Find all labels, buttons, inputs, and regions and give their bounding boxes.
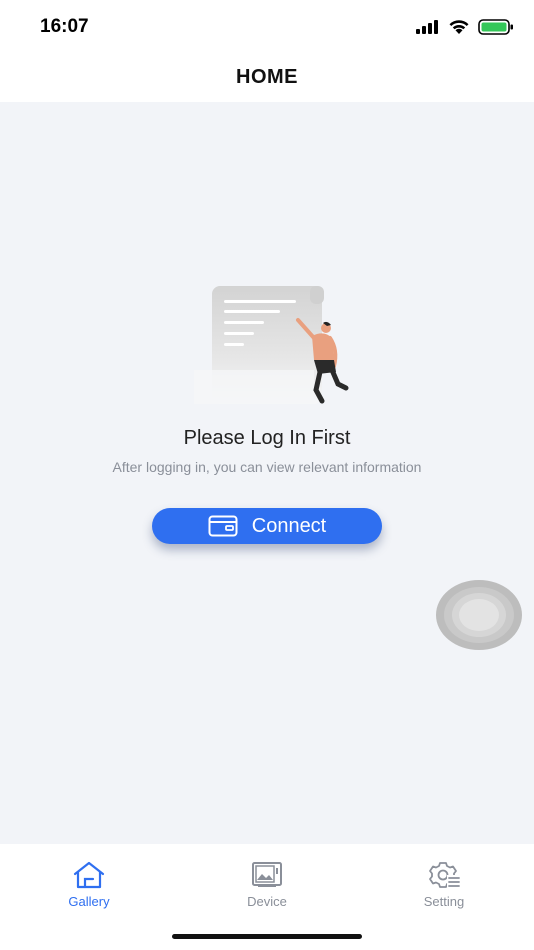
tab-gallery-label: Gallery: [68, 894, 110, 909]
wallet-icon: [208, 515, 238, 537]
login-required-illustration: [190, 280, 350, 410]
wifi-icon: [449, 20, 469, 34]
connect-button[interactable]: Connect: [152, 508, 382, 544]
tab-gallery[interactable]: Gallery: [39, 860, 139, 909]
login-required-description: After logging in, you can view relevant …: [112, 459, 422, 475]
home-icon: [73, 861, 105, 889]
home-indicator: [172, 934, 362, 939]
login-required-title: Please Log In First: [183, 427, 351, 449]
battery-icon: [478, 19, 513, 35]
settings-icon: [429, 862, 460, 888]
header: HOME: [0, 54, 534, 102]
tab-device-label: Device: [247, 894, 287, 909]
status-bar: 16:07: [0, 0, 534, 54]
connect-button-label: Connect: [251, 514, 327, 537]
status-icons: [416, 18, 514, 36]
tab-setting[interactable]: Setting: [394, 860, 494, 909]
tab-device[interactable]: Device: [217, 860, 317, 909]
floating-assistive-button[interactable]: [436, 580, 522, 650]
status-time: 16:07: [40, 16, 89, 37]
device-icon: [252, 862, 282, 887]
tab-setting-label: Setting: [423, 894, 465, 909]
signal-icon: [416, 20, 438, 34]
page-title: HOME: [236, 66, 298, 88]
